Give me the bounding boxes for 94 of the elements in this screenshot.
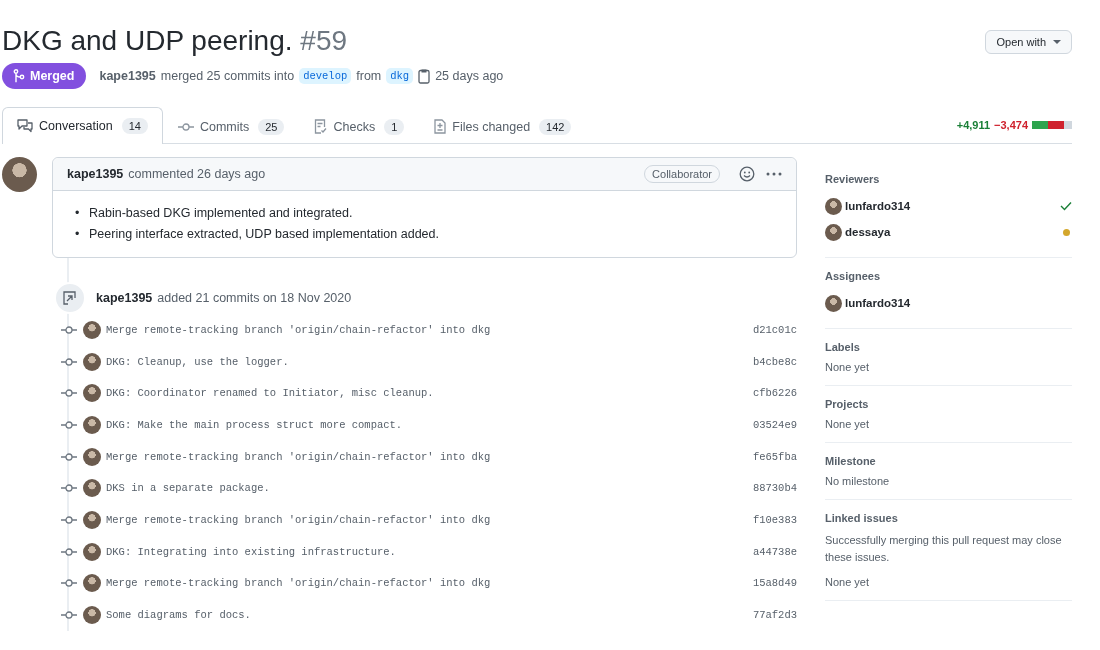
- sidebar-value: None yet: [825, 418, 871, 430]
- commit-icon: [61, 484, 77, 493]
- count-badge: 14: [121, 118, 148, 134]
- count-badge: 1: [384, 118, 405, 135]
- commit-message-link[interactable]: Some diagrams for docs.: [106, 609, 251, 622]
- tab[interactable]: Files changed 142: [419, 108, 587, 144]
- sidebar-value: No milestone: [825, 475, 891, 487]
- commit-icon: [61, 325, 77, 334]
- avatar: [2, 157, 37, 192]
- avatar: [83, 447, 101, 466]
- commit-sha-link[interactable]: 77af2d3: [752, 609, 797, 622]
- sidebar-heading: Milestone: [825, 455, 877, 467]
- comment-author-link[interactable]: kape1395: [67, 167, 124, 181]
- caret-icon: [1053, 39, 1061, 45]
- sidebar-heading: Assignees: [825, 270, 882, 282]
- comment-list-item: Peering interface extracted, UDP based implementation added.: [89, 226, 439, 243]
- commit-icon: [177, 122, 194, 131]
- commit-message-link[interactable]: Merge remote-tracking branch 'origin/chain-refactor' into dkg: [106, 513, 491, 526]
- commit-icon: [61, 579, 77, 588]
- event-text: added 21 commits on 18 Nov 2020: [157, 291, 352, 305]
- linked-issues-note: Successfully merging this pull request may close these issues.: [825, 533, 1063, 565]
- copy-icon[interactable]: [418, 68, 431, 84]
- pr-number: #59: [300, 25, 348, 56]
- avatar: [83, 510, 101, 529]
- open-with-button[interactable]: Open with: [985, 30, 1072, 54]
- commit-sha-link[interactable]: 88730b4: [752, 482, 797, 495]
- tab[interactable]: Checks 1: [299, 108, 420, 144]
- commit-icon: [61, 420, 77, 429]
- checklist-icon: [314, 119, 328, 134]
- count-badge: 25: [258, 118, 285, 135]
- avatar: [83, 415, 101, 434]
- commit-icon: [61, 357, 77, 366]
- more-options-icon[interactable]: [766, 172, 782, 176]
- smiley-icon[interactable]: [739, 166, 755, 182]
- commit-icon: [61, 515, 77, 524]
- deletions-count: −3,474: [994, 119, 1028, 131]
- pr-title: DKG and UDP peering.: [2, 25, 293, 56]
- file-diff-icon: [434, 119, 447, 134]
- speech-bubbles-icon: [17, 119, 33, 133]
- commit-sha-link[interactable]: cfb6226: [752, 387, 797, 400]
- merged-status-badge: Merged: [2, 63, 87, 89]
- avatar: [83, 479, 101, 498]
- sidebar-heading: Reviewers: [825, 173, 881, 185]
- avatar: [83, 574, 101, 593]
- count-badge: 142: [539, 118, 572, 135]
- commit-message-link[interactable]: DKG: Integrating into existing infrastructure.: [106, 545, 396, 558]
- assignee-link[interactable]: lunfardo314: [845, 297, 911, 309]
- commit-message-link[interactable]: DKG: Make the main process struct more compact.: [106, 418, 403, 431]
- comment-list-item: Rabin-based DKG implemented and integrated.: [89, 205, 353, 222]
- sidebar-value: None yet: [825, 361, 871, 373]
- commit-message-link[interactable]: DKS in a separate package.: [106, 482, 270, 495]
- commit-icon: [61, 611, 77, 620]
- commit-sha-link[interactable]: 03524e9: [752, 418, 797, 431]
- sidebar-heading: Labels: [825, 341, 861, 353]
- commit-message-link[interactable]: Merge remote-tracking branch 'origin/chain-refactor' into dkg: [106, 577, 491, 590]
- sidebar-heading: Projects: [825, 398, 870, 410]
- commit-icon: [61, 389, 77, 398]
- commit-sha-link[interactable]: b4cbe8c: [752, 355, 797, 368]
- avatar: [83, 352, 101, 371]
- tab[interactable]: Commits 25: [162, 108, 300, 144]
- commit-icon: [61, 547, 77, 556]
- commit-message-link[interactable]: Merge remote-tracking branch 'origin/chain-refactor' into dkg: [106, 323, 491, 336]
- commit-sha-link[interactable]: f10e383: [752, 513, 797, 526]
- commit-message-link[interactable]: DKG: Coordinator renamed to Initiator, misc cleanup.: [106, 387, 434, 400]
- reviewer-link[interactable]: lunfardo314: [845, 200, 911, 212]
- sidebar-heading: Linked issues: [825, 512, 899, 524]
- avatar: [83, 320, 101, 339]
- commit-sha-link[interactable]: 15a8d49: [752, 577, 797, 590]
- commit-message-link[interactable]: DKG: Cleanup, use the logger.: [106, 355, 289, 368]
- avatar: [83, 606, 101, 625]
- merge-time: 25 days ago: [435, 69, 504, 83]
- avatar: [825, 197, 842, 215]
- commit-sha-link[interactable]: a44738e: [752, 545, 797, 558]
- head-branch-link[interactable]: dkg: [386, 68, 414, 84]
- avatar: [83, 542, 101, 561]
- merge-summary: merged 25 commits into: [160, 69, 295, 83]
- from-text: from: [356, 69, 382, 83]
- commit-sha-link[interactable]: fe65fba: [752, 450, 797, 463]
- comment-meta: commented 26 days ago: [128, 167, 266, 181]
- avatar: [825, 223, 842, 241]
- commit-message-link[interactable]: Merge remote-tracking branch 'origin/chain-refactor' into dkg: [106, 450, 491, 463]
- author-link[interactable]: kape1395: [99, 69, 156, 83]
- bullet: •: [75, 205, 81, 222]
- bullet: •: [75, 226, 81, 243]
- sidebar-value: None yet: [825, 576, 871, 588]
- commit-sha-link[interactable]: d21c01c: [752, 323, 797, 336]
- avatar: [825, 294, 842, 312]
- base-branch-link[interactable]: develop: [299, 68, 352, 84]
- avatar: [83, 384, 101, 403]
- additions-count: +4,911: [956, 119, 991, 131]
- commit-icon: [61, 452, 77, 461]
- reviewer-link[interactable]: dessaya: [845, 226, 891, 238]
- tab[interactable]: Conversation 14: [2, 107, 163, 144]
- event-author-link[interactable]: kape1395: [96, 291, 153, 305]
